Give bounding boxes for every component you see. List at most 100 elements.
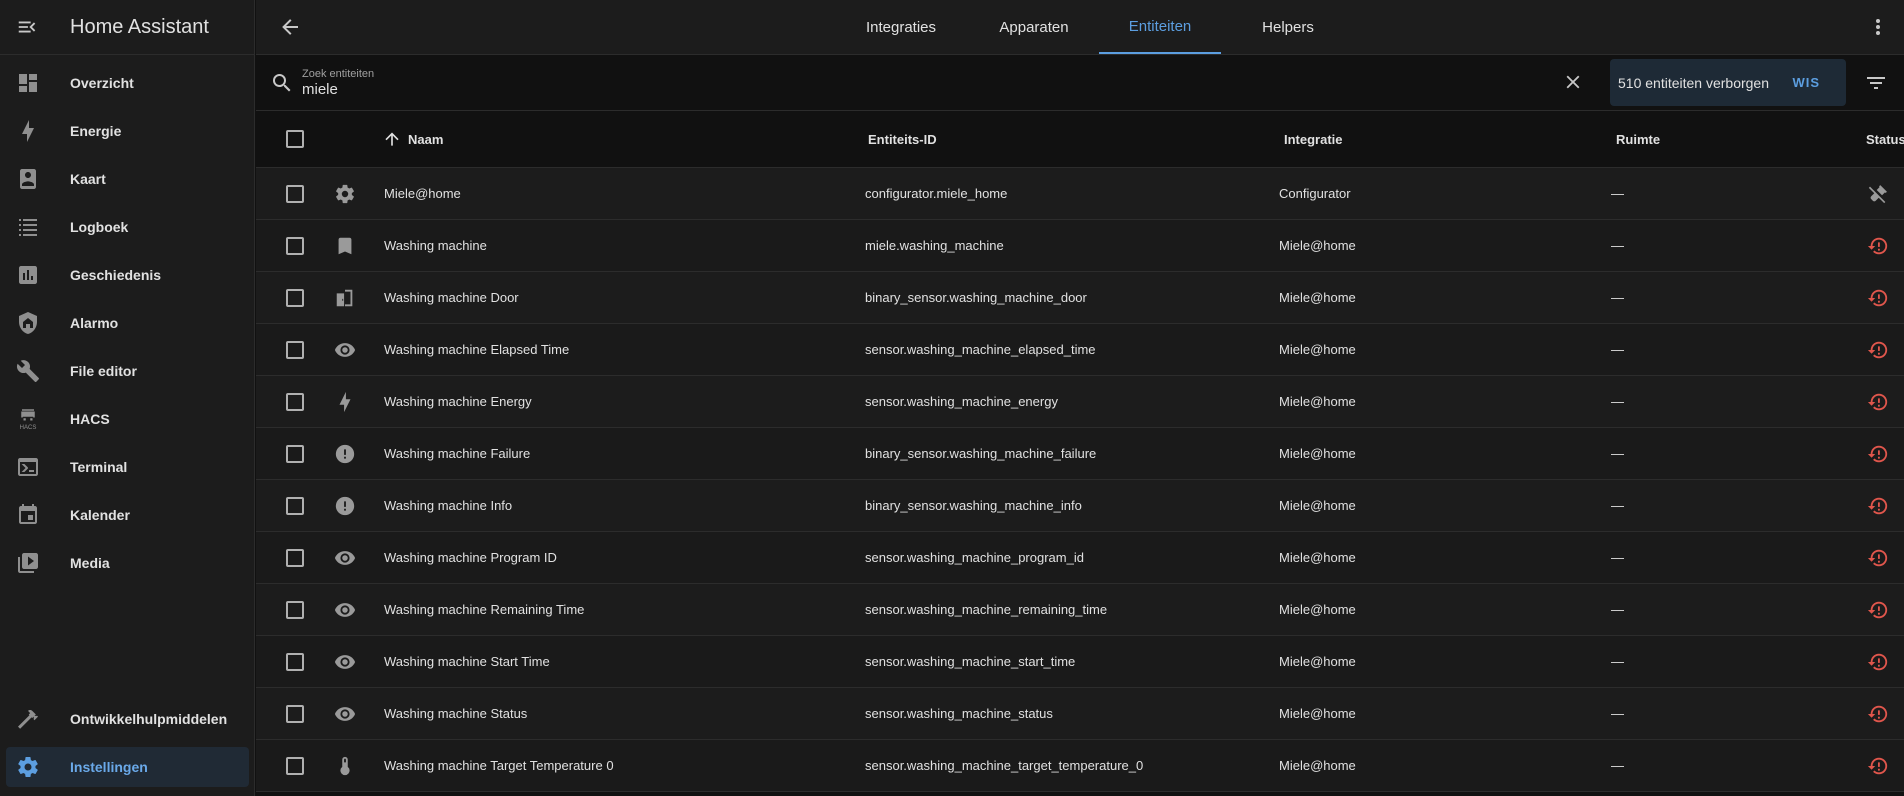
- column-header-status[interactable]: Status: [1866, 111, 1904, 167]
- row-icon-cell: [331, 168, 359, 219]
- select-all-checkbox[interactable]: [286, 130, 304, 148]
- sidebar-item-file-editor[interactable]: File editor: [6, 351, 249, 391]
- clear-search-button[interactable]: [1562, 71, 1584, 98]
- column-header-integration[interactable]: Integratie: [1284, 111, 1343, 167]
- table-row[interactable]: Washing machine Remaining Time sensor.was…: [256, 584, 1904, 636]
- table-row[interactable]: Washing machine Energy sensor.washing_mac…: [256, 376, 1904, 428]
- table-header: Naam Entiteits-ID Integratie Ruimte Stat…: [256, 111, 1904, 168]
- row-area: —: [1611, 446, 1624, 461]
- alert-circle-icon: [335, 444, 355, 463]
- sidebar-item-ontwikkelhulpmiddelen[interactable]: Ontwikkelhulpmiddelen: [6, 699, 249, 739]
- row-entity-id: binary_sensor.washing_machine_info: [865, 498, 1082, 513]
- table-row[interactable]: Washing machine Failure binary_sensor.was…: [256, 428, 1904, 480]
- row-entity-id: binary_sensor.washing_machine_failure: [865, 446, 1097, 461]
- row-name: Washing machine Program ID: [384, 550, 557, 565]
- row-status: [1864, 688, 1892, 739]
- column-header-entity-id[interactable]: Entiteits-ID: [868, 111, 937, 167]
- row-checkbox[interactable]: [286, 496, 304, 515]
- hammer-icon: [18, 709, 38, 729]
- row-integration: Miele@home: [1279, 238, 1356, 253]
- wrench-icon: [16, 360, 39, 382]
- sidebar-item-media[interactable]: Media: [6, 543, 249, 583]
- sidebar-item-label: File editor: [70, 363, 137, 379]
- row-checkbox[interactable]: [286, 600, 304, 619]
- thermometer-icon: [340, 756, 350, 775]
- row-checkbox[interactable]: [286, 236, 304, 255]
- sidebar-item-label: Logboek: [70, 219, 129, 235]
- table-row[interactable]: Miele@home configurator.miele_home Configu…: [256, 168, 1904, 220]
- hacs-icon: HACS: [18, 407, 38, 431]
- sidebar-item-logboek[interactable]: Logboek: [6, 207, 249, 247]
- row-icon-cell: [331, 324, 359, 375]
- tab-helpers[interactable]: Helpers: [1238, 0, 1338, 54]
- filter-button[interactable]: [1864, 71, 1888, 100]
- clear-filter-button[interactable]: WIS: [1792, 75, 1820, 90]
- sidebar-item-hacs[interactable]: HACS HACS: [6, 399, 249, 439]
- readonly-icon: [1868, 184, 1887, 203]
- row-icon-cell: [331, 636, 359, 687]
- sidebar-item-instellingen[interactable]: Instellingen: [6, 747, 249, 787]
- row-area: —: [1611, 186, 1624, 201]
- row-entity-id: sensor.washing_machine_start_time: [865, 654, 1076, 669]
- sidebar-item-energie[interactable]: Energie: [6, 111, 249, 151]
- row-checkbox[interactable]: [286, 184, 304, 203]
- sidebar-item-terminal[interactable]: Terminal: [6, 447, 249, 487]
- table-row[interactable]: Washing machine Door binary_sensor.washin…: [256, 272, 1904, 324]
- row-status: [1864, 376, 1892, 427]
- tab-integraties[interactable]: Integraties: [841, 0, 961, 54]
- table-row[interactable]: Washing machine Start Time sensor.washing…: [256, 636, 1904, 688]
- row-name: Washing machine Failure: [384, 446, 531, 461]
- tab-entiteiten[interactable]: Entiteiten: [1099, 0, 1221, 54]
- column-header-name[interactable]: Naam: [384, 111, 443, 167]
- sidebar-item-alarmo[interactable]: Alarmo: [6, 303, 249, 343]
- sidebar-item-label: Media: [70, 555, 110, 571]
- row-checkbox[interactable]: [286, 756, 304, 775]
- row-checkbox[interactable]: [286, 288, 304, 307]
- sidebar-item-kalender[interactable]: Kalender: [6, 495, 249, 535]
- hidden-entities-chip: 510 entiteiten verborgen WIS: [1610, 59, 1846, 106]
- row-area: —: [1611, 342, 1624, 357]
- row-select-cell: [286, 584, 304, 635]
- column-header-area[interactable]: Ruimte: [1616, 111, 1660, 167]
- table-row[interactable]: Washing machine Info binary_sensor.washin…: [256, 480, 1904, 532]
- row-checkbox[interactable]: [286, 652, 304, 671]
- restore-alert-icon: [1867, 705, 1888, 722]
- menu-toggle-button[interactable]: [0, 16, 54, 38]
- row-checkbox[interactable]: [286, 392, 304, 411]
- row-entity-id: sensor.washing_machine_program_id: [865, 550, 1084, 565]
- sidebar-item-geschiedenis[interactable]: Geschiedenis: [6, 255, 249, 295]
- row-integration: Miele@home: [1279, 290, 1356, 305]
- row-name: Washing machine Remaining Time: [384, 602, 585, 617]
- media-icon: [18, 553, 38, 573]
- row-checkbox[interactable]: [286, 548, 304, 567]
- overflow-menu-button[interactable]: [1866, 15, 1890, 44]
- door-icon: [336, 289, 353, 306]
- row-checkbox[interactable]: [286, 444, 304, 463]
- row-integration: Miele@home: [1279, 654, 1356, 669]
- sidebar: Home Assistant Overzicht Energie Kaart Logb…: [0, 0, 255, 796]
- row-checkbox[interactable]: [286, 704, 304, 723]
- row-entity-id: sensor.washing_machine_status: [865, 706, 1053, 721]
- sidebar-item-label: Geschiedenis: [70, 267, 162, 283]
- app-title: Home Assistant: [70, 15, 209, 38]
- table-row[interactable]: Washing machine miele.washing_machine Miel…: [256, 220, 1904, 272]
- table-row[interactable]: Washing machine Target Temperature 0 sens…: [256, 740, 1904, 792]
- row-area: —: [1611, 602, 1624, 617]
- row-integration: Miele@home: [1279, 550, 1356, 565]
- back-button[interactable]: [278, 15, 302, 39]
- sidebar-item-overzicht[interactable]: Overzicht: [6, 63, 249, 103]
- table-row[interactable]: Washing machine Elapsed Time sensor.washi…: [256, 324, 1904, 376]
- sidebar-item-kaart[interactable]: Kaart: [6, 159, 249, 199]
- row-select-cell: [286, 272, 304, 323]
- row-checkbox[interactable]: [286, 340, 304, 359]
- row-icon-cell: [331, 532, 359, 583]
- filter-variant-icon: [1867, 77, 1885, 89]
- table-row[interactable]: Washing machine Program ID sensor.washing…: [256, 532, 1904, 584]
- search-input[interactable]: [302, 81, 1002, 98]
- search-icon: [270, 71, 294, 100]
- row-integration: Miele@home: [1279, 342, 1356, 357]
- row-integration: Miele@home: [1279, 498, 1356, 513]
- table-row[interactable]: Washing machine Status sensor.washing_mac…: [256, 688, 1904, 740]
- row-select-cell: [286, 480, 304, 531]
- tab-apparaten[interactable]: Apparaten: [974, 0, 1094, 54]
